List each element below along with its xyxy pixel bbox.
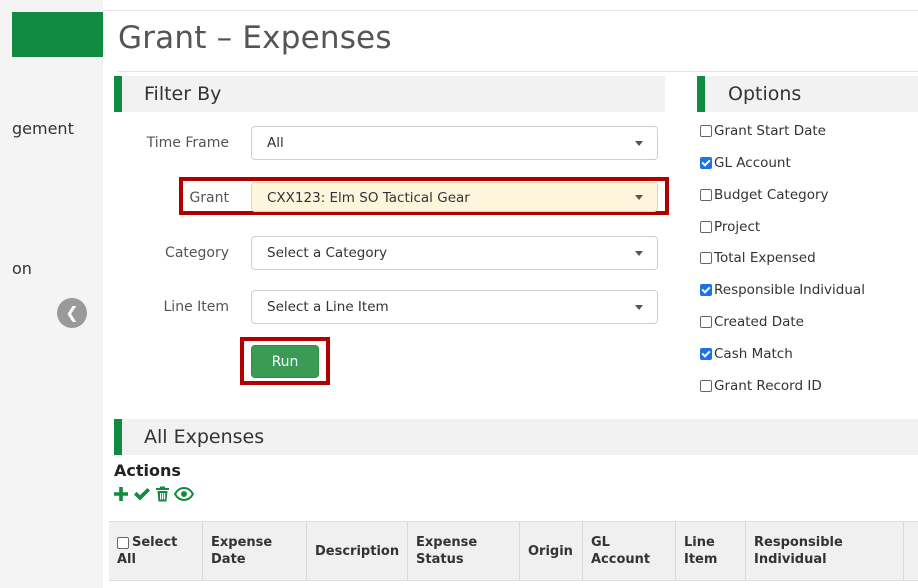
page-title: Grant – Expenses <box>118 20 392 56</box>
column-responsible-individual[interactable]: Responsible Individual <box>746 522 904 580</box>
filter-title: Filter By <box>144 83 222 105</box>
option-gl-account[interactable]: GL Account <box>700 155 791 171</box>
grant-select[interactable]: CXX123: Elm SO Tactical Gear <box>251 182 658 212</box>
checkbox[interactable] <box>700 125 712 137</box>
option-budget-category[interactable]: Budget Category <box>700 187 829 203</box>
sidebar-active-block[interactable] <box>12 12 103 57</box>
column-gl-account[interactable]: GL Account <box>583 522 676 580</box>
options-section-header: Options <box>697 76 918 112</box>
checkbox-checked[interactable] <box>700 348 712 360</box>
line-item-label: Line Item <box>163 299 230 315</box>
sidebar: gement on ❮ <box>0 0 103 588</box>
option-project[interactable]: Project <box>700 219 760 235</box>
category-select[interactable]: Select a Category <box>251 236 658 270</box>
select-all-checkbox[interactable] <box>117 536 129 549</box>
sidebar-item-on[interactable]: on <box>12 259 32 278</box>
add-icon[interactable] <box>113 486 129 507</box>
checkbox[interactable] <box>700 380 712 392</box>
expenses-title: All Expenses <box>144 426 265 448</box>
option-total-expensed[interactable]: Total Expensed <box>700 250 816 266</box>
checkbox[interactable] <box>700 252 712 264</box>
option-cash-match[interactable]: Cash Match <box>700 346 793 362</box>
caret-down-icon <box>635 251 643 256</box>
checkbox[interactable] <box>700 189 712 201</box>
option-grant-record-id[interactable]: Grant Record ID <box>700 378 822 394</box>
option-grant-start-date[interactable]: Grant Start Date <box>700 123 826 139</box>
grant-label: Grant <box>189 190 229 206</box>
line-item-select[interactable]: Select a Line Item <box>251 290 658 324</box>
checkbox[interactable] <box>700 316 712 328</box>
time-frame-select[interactable]: All <box>251 126 658 160</box>
caret-down-icon <box>635 305 643 310</box>
caret-down-icon <box>635 141 643 146</box>
time-frame-label: Time Frame <box>146 135 229 151</box>
column-expense-status[interactable]: Expense Status <box>408 522 520 580</box>
expenses-section-header: All Expenses <box>114 419 918 455</box>
checkbox[interactable] <box>700 221 712 233</box>
delete-trash-icon[interactable] <box>155 486 170 507</box>
expenses-table-header: Select All Expense Date Description Expe… <box>109 521 918 581</box>
approve-check-icon[interactable] <box>133 486 151 507</box>
sidebar-item-management[interactable]: gement <box>12 119 74 138</box>
collapse-sidebar-button[interactable]: ❮ <box>57 298 87 328</box>
view-eye-icon[interactable] <box>173 486 195 507</box>
actions-title: Actions <box>114 461 181 480</box>
column-select-all[interactable]: Select All <box>109 522 203 580</box>
column-line-item[interactable]: Line Item <box>676 522 746 580</box>
option-created-date[interactable]: Created Date <box>700 314 804 330</box>
run-button[interactable]: Run <box>251 345 319 378</box>
column-description[interactable]: Description <box>307 522 408 580</box>
category-label: Category <box>165 245 229 261</box>
checkbox-checked[interactable] <box>700 284 712 296</box>
chevron-left-icon: ❮ <box>65 305 79 322</box>
filter-section-header: Filter By <box>114 76 665 112</box>
main-content: Grant – Expenses Filter By Time Frame Al… <box>103 0 918 588</box>
option-responsible-individual[interactable]: Responsible Individual <box>700 282 865 298</box>
caret-down-icon <box>635 195 643 200</box>
column-origin[interactable]: Origin <box>520 522 583 580</box>
action-toolbar <box>113 486 195 507</box>
checkbox-checked[interactable] <box>700 157 712 169</box>
column-expense-date[interactable]: Expense Date <box>203 522 307 580</box>
options-title: Options <box>728 83 802 105</box>
